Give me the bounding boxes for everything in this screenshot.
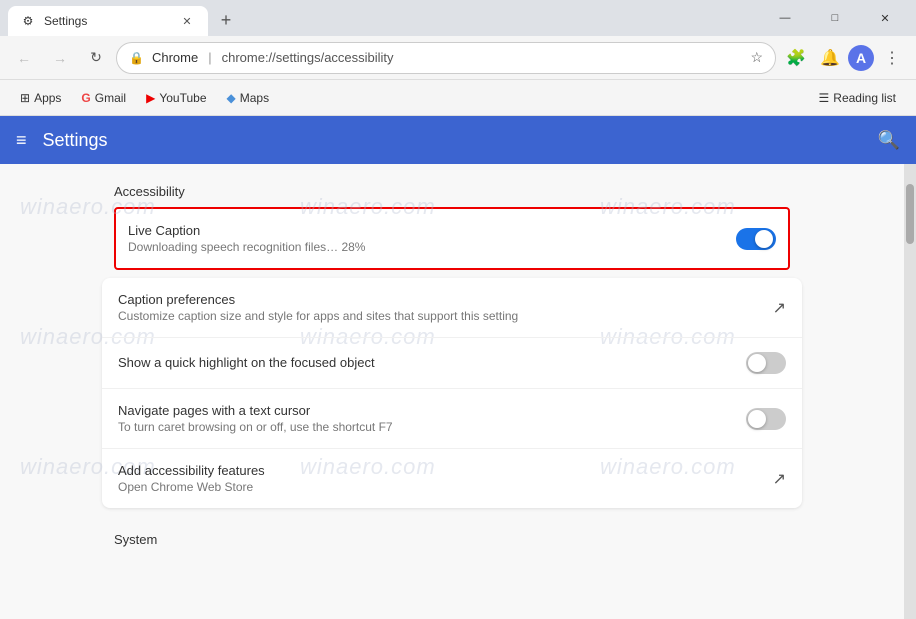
focus-highlight-toggle[interactable]: [746, 352, 786, 374]
caption-preferences-desc: Customize caption size and style for app…: [118, 309, 773, 323]
content-main: Accessibility Live Caption Downloading s…: [0, 164, 904, 619]
system-section-title: System: [102, 532, 802, 547]
notifications-icon[interactable]: 🔔: [814, 42, 846, 74]
caption-preferences-title: Caption preferences: [118, 292, 773, 307]
live-caption-toggle-thumb: [755, 230, 773, 248]
live-caption-action[interactable]: [736, 228, 776, 250]
caret-browsing-desc: To turn caret browsing on or off, use th…: [118, 420, 746, 434]
accessibility-section-title: Accessibility: [102, 184, 802, 199]
maps-icon: ◆: [227, 91, 236, 105]
bookmark-apps[interactable]: ⊞ Apps: [12, 87, 69, 109]
forward-button[interactable]: →: [44, 42, 76, 74]
settings-page-title: Settings: [43, 130, 862, 151]
bookmark-maps[interactable]: ◆ Maps: [219, 87, 278, 109]
menu-icon[interactable]: ≡: [16, 130, 27, 151]
caption-preferences-content: Caption preferences Customize caption si…: [118, 292, 773, 323]
content-area: winaero.com winaero.com winaero.com wina…: [0, 164, 916, 619]
reading-list-label: Reading list: [833, 91, 896, 105]
tab-title: Settings: [44, 14, 170, 28]
scrollbar-thumb[interactable]: [906, 184, 914, 244]
extensions-icon[interactable]: 🧩: [780, 42, 812, 74]
address-path: chrome://settings/accessibility: [222, 50, 394, 65]
close-button[interactable]: ✕: [862, 2, 908, 34]
bookmark-gmail-label: Gmail: [95, 91, 126, 105]
avatar[interactable]: A: [848, 45, 874, 71]
focus-highlight-content: Show a quick highlight on the focused ob…: [118, 355, 746, 372]
focus-highlight-toggle-thumb: [748, 354, 766, 372]
toolbar-right: 🧩 🔔 A ⋮: [780, 42, 908, 74]
browser-toolbar: ← → ↻ 🔒 Chrome | chrome://settings/acces…: [0, 36, 916, 80]
window-controls: — □ ✕: [762, 2, 908, 34]
new-tab-button[interactable]: +: [212, 6, 240, 34]
caret-browsing-toggle[interactable]: [746, 408, 786, 430]
caret-browsing-content: Navigate pages with a text cursor To tur…: [118, 403, 746, 434]
bookmark-gmail[interactable]: G Gmail: [73, 87, 134, 109]
live-caption-title: Live Caption: [128, 223, 736, 238]
apps-icon: ⊞: [20, 91, 30, 105]
caret-browsing-title: Navigate pages with a text cursor: [118, 403, 746, 418]
tabs-area: ⚙ Settings ✕ +: [8, 0, 762, 36]
address-bar[interactable]: 🔒 Chrome | chrome://settings/accessibili…: [116, 42, 776, 74]
bookmark-youtube[interactable]: ▶ YouTube: [138, 87, 214, 109]
minimize-button[interactable]: —: [762, 2, 808, 34]
caption-preferences-action[interactable]: ↗: [773, 298, 786, 318]
address-site: Chrome: [152, 50, 198, 65]
accessibility-features-row: Add accessibility features Open Chrome W…: [102, 449, 802, 508]
focus-highlight-title: Show a quick highlight on the focused ob…: [118, 355, 746, 370]
tab-favicon: ⚙: [20, 13, 36, 29]
live-caption-toggle[interactable]: [736, 228, 776, 250]
caret-browsing-action[interactable]: [746, 408, 786, 430]
bookmark-maps-label: Maps: [240, 91, 269, 105]
bookmark-youtube-label: YouTube: [159, 91, 206, 105]
bookmark-apps-label: Apps: [34, 91, 61, 105]
section-gap: [0, 508, 904, 524]
caption-preferences-external-link-icon[interactable]: ↗: [773, 298, 786, 318]
titlebar: ⚙ Settings ✕ + — □ ✕: [0, 0, 916, 36]
caret-browsing-toggle-thumb: [748, 410, 766, 428]
accessibility-settings-card: Caption preferences Customize caption si…: [102, 278, 802, 508]
address-separator: |: [208, 50, 211, 65]
system-section: System: [82, 532, 822, 547]
scrollbar[interactable]: [904, 164, 916, 619]
caption-preferences-row: Caption preferences Customize caption si…: [102, 278, 802, 338]
live-caption-desc: Downloading speech recognition files… 28…: [128, 240, 736, 254]
refresh-button[interactable]: ↻: [80, 42, 112, 74]
tab-close-button[interactable]: ✕: [178, 12, 196, 30]
youtube-icon: ▶: [146, 91, 155, 105]
accessibility-features-external-link-icon[interactable]: ↗: [773, 469, 786, 489]
lock-icon: 🔒: [129, 51, 144, 65]
accessibility-features-desc: Open Chrome Web Store: [118, 480, 773, 494]
reading-list-button[interactable]: ☰ Reading list: [811, 87, 904, 109]
caret-browsing-row: Navigate pages with a text cursor To tur…: [102, 389, 802, 449]
bookmarks-bar: ⊞ Apps G Gmail ▶ YouTube ◆ Maps ☰ Readin…: [0, 80, 916, 116]
live-caption-content: Live Caption Downloading speech recognit…: [128, 223, 736, 254]
more-menu-icon[interactable]: ⋮: [876, 42, 908, 74]
live-caption-row: Live Caption Downloading speech recognit…: [116, 209, 788, 268]
active-tab[interactable]: ⚙ Settings ✕: [8, 6, 208, 36]
accessibility-section: Accessibility Live Caption Downloading s…: [82, 184, 822, 508]
maximize-button[interactable]: □: [812, 2, 858, 34]
reading-list-icon: ☰: [819, 91, 830, 105]
bookmark-icon[interactable]: ☆: [750, 49, 763, 66]
focus-highlight-action[interactable]: [746, 352, 786, 374]
gmail-icon: G: [81, 91, 90, 105]
settings-header: ≡ Settings 🔍: [0, 116, 916, 164]
settings-search-icon[interactable]: 🔍: [878, 130, 900, 151]
accessibility-features-title: Add accessibility features: [118, 463, 773, 478]
live-caption-highlighted: Live Caption Downloading speech recognit…: [114, 207, 790, 270]
back-button[interactable]: ←: [8, 42, 40, 74]
focus-highlight-row: Show a quick highlight on the focused ob…: [102, 338, 802, 389]
accessibility-features-content: Add accessibility features Open Chrome W…: [118, 463, 773, 494]
accessibility-features-action[interactable]: ↗: [773, 469, 786, 489]
